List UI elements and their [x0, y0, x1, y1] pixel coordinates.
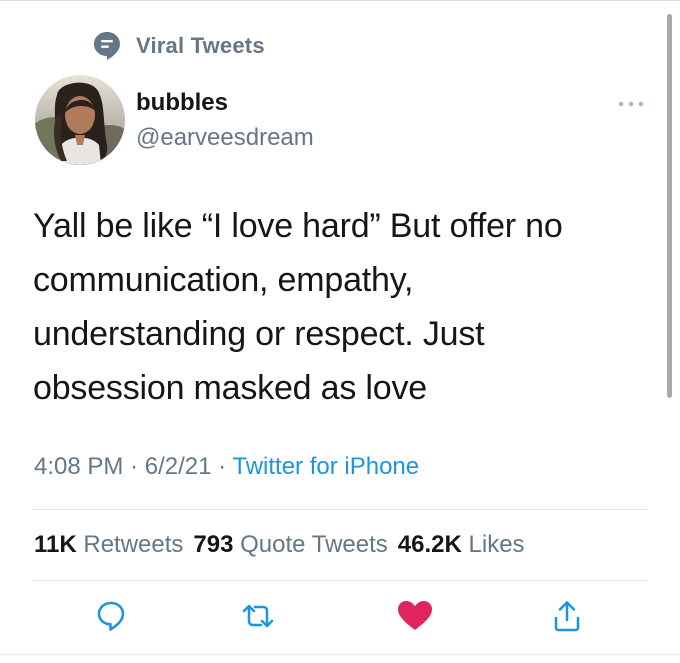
tweet-source-link[interactable]: Twitter for iPhone — [232, 453, 419, 480]
retweets-count: 11K — [34, 531, 77, 558]
share-icon — [552, 600, 582, 637]
divider — [33, 509, 647, 510]
tweet-line: Yall be like “I love hard” But offer no — [33, 207, 563, 245]
tweet-date[interactable]: 6/2/21 — [145, 453, 212, 480]
top-border — [0, 0, 680, 1]
topic-context[interactable]: Viral Tweets — [92, 30, 265, 62]
likes-count: 46.2K — [397, 531, 462, 558]
speech-bubble-icon — [92, 31, 122, 61]
likes-label: Likes — [468, 531, 525, 558]
user-handle[interactable]: @earveesdream — [136, 124, 314, 152]
retweet-button[interactable] — [238, 598, 278, 638]
retweets-label: Retweets — [83, 531, 184, 558]
engagement-stats: 11K Retweets 793 Quote Tweets 46.2K Likes — [34, 531, 525, 559]
likes-stat[interactable]: 46.2K Likes — [398, 531, 525, 558]
divider — [33, 580, 647, 581]
heart-icon — [397, 600, 433, 637]
like-button[interactable] — [395, 598, 435, 638]
scrollbar[interactable] — [667, 14, 672, 398]
more-options-button[interactable] — [612, 90, 650, 118]
display-name[interactable]: bubbles — [136, 89, 228, 117]
tweet-time[interactable]: 4:08 PM — [34, 453, 123, 480]
share-button[interactable] — [547, 598, 587, 638]
reply-icon — [96, 600, 126, 637]
tweet-line: understanding or respect. Just — [33, 315, 485, 353]
meta-separator: · — [123, 453, 145, 480]
meta-separator: · — [211, 453, 233, 480]
more-dots-icon — [616, 95, 646, 113]
tweet-text: Yall be like “I love hard” But offer no … — [33, 199, 633, 415]
tweet-line: communication, empathy, — [33, 261, 414, 299]
avatar[interactable] — [35, 75, 125, 165]
bottom-border — [0, 654, 680, 655]
retweets-stat[interactable]: 11K Retweets — [34, 531, 183, 558]
quote-tweets-label: Quote Tweets — [240, 531, 388, 558]
retweet-icon — [241, 603, 275, 634]
tweet-line: obsession masked as love — [33, 369, 427, 407]
quote-tweets-count: 793 — [193, 531, 234, 558]
topic-label: Viral Tweets — [136, 33, 265, 58]
reply-button[interactable] — [91, 598, 131, 638]
tweet-meta: 4:08 PM · 6/2/21 · Twitter for iPhone — [34, 453, 419, 481]
quote-tweets-stat[interactable]: 793 Quote Tweets — [193, 531, 387, 558]
